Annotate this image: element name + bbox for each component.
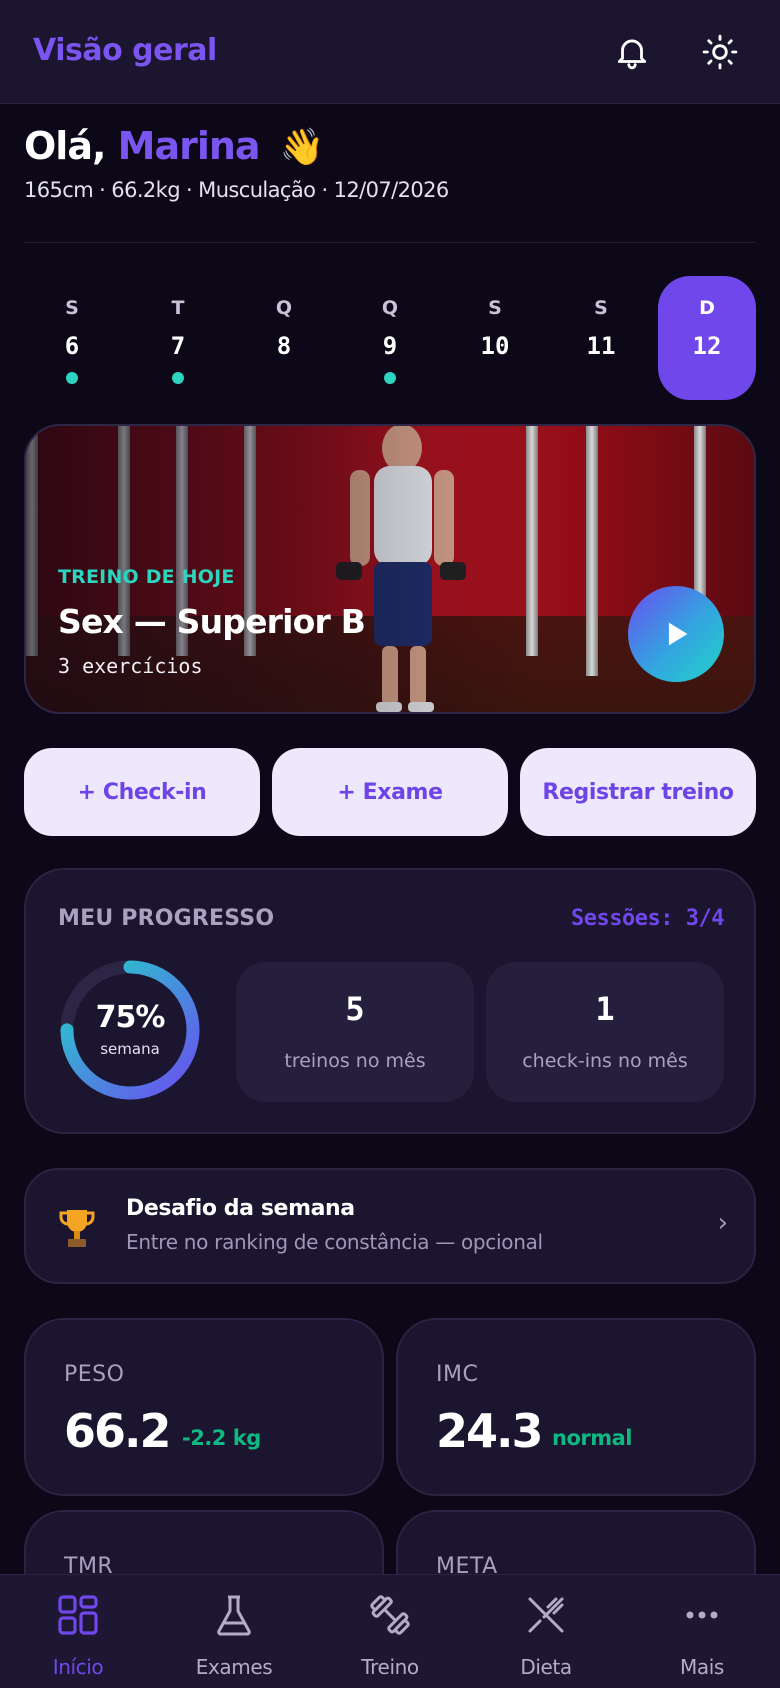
nav-label: Início [52,1655,104,1679]
nav-mais[interactable]: Mais [624,1575,780,1688]
nav-dieta[interactable]: Dieta [468,1575,624,1688]
day-number: 7 [170,332,186,360]
divider [24,242,756,243]
day-number: 8 [276,332,292,360]
utensils-icon [528,1597,564,1633]
greeting-prefix: Olá, [24,124,106,168]
day-11[interactable]: S 11 [552,276,650,400]
activity-dot [172,372,184,384]
day-letter: T [171,297,185,319]
bottom-navigation: Início Exames Treino Dieta Mais [0,1574,780,1688]
day-9[interactable]: Q 9 [341,276,439,400]
day-letter: S [594,297,608,319]
bmi-label: IMC [436,1362,479,1387]
trophy-icon [59,1210,95,1247]
weight-delta: -2.2 kg [182,1426,261,1450]
notifications-button[interactable] [608,28,656,76]
today-workout-card[interactable]: TREINO DE HOJE Sex — Superior B 3 exercí… [24,424,756,714]
day-number: 10 [480,332,510,360]
bmi-card[interactable]: IMC 24.3 normal [396,1318,756,1496]
ring-percent: 75% [95,1000,166,1035]
bmi-value: 24.3 [436,1404,543,1458]
sun-icon [702,34,738,70]
wave-emoji: 👋 [279,127,325,168]
progress-label: MEU PROGRESSO [58,906,275,931]
challenge-title: Desafio da semana [126,1196,355,1221]
flask-icon [217,1595,251,1636]
nav-exames[interactable]: Exames [156,1575,312,1688]
more-icon [686,1611,718,1619]
user-name: Marina [117,124,261,168]
day-letter: S [65,297,79,319]
activity-dot [66,372,78,384]
today-label: TREINO DE HOJE [58,566,235,588]
page-title: Visão geral [33,33,217,68]
nav-label: Exames [195,1655,273,1679]
day-6[interactable]: S 6 [23,276,121,400]
play-button[interactable] [628,586,724,682]
nav-label: Mais [680,1655,724,1679]
workouts-month-caption: treinos no mês [284,1050,426,1072]
day-number: 6 [64,332,80,360]
day-letter: Q [381,297,399,319]
chevron-right-icon: › [717,1208,728,1238]
dumbbell-icon [370,1595,410,1635]
log-workout-button[interactable]: Registrar treino [520,748,756,836]
profile-meta: 165cm · 66.2kg · Musculação · 12/07/2026 [24,178,449,202]
day-8[interactable]: Q 8 [235,276,333,400]
bmi-status: normal [552,1426,633,1450]
progress-card: MEU PROGRESSO Sessões: 3/4 75% semana 5 … [24,868,756,1134]
weight-value: 66.2 [64,1404,171,1458]
checkins-month-caption: check-ins no mês [522,1050,688,1072]
weight-label: PESO [64,1362,125,1387]
day-number: 9 [382,332,398,360]
sessions-count: Sessões: 3/4 [571,906,724,931]
checkins-month-stat: 1 check-ins no mês [486,962,724,1102]
workouts-month-stat: 5 treinos no mês [236,962,474,1102]
day-letter: Q [275,297,293,319]
ring-caption: semana [100,1040,160,1058]
day-12-selected[interactable]: D 12 [658,276,756,400]
workouts-month-value: 5 [345,990,365,1028]
checkins-month-value: 1 [595,990,615,1028]
activity-dot [384,372,396,384]
top-bar: Visão geral [0,0,780,104]
day-7[interactable]: T 7 [129,276,227,400]
nav-treino[interactable]: Treino [312,1575,468,1688]
checkin-button[interactable]: + Check-in [24,748,260,836]
exercise-count: 3 exercícios [58,654,203,678]
add-exam-button[interactable]: + Exame [272,748,508,836]
bell-icon [617,39,647,70]
day-number: 12 [692,332,722,360]
nav-label: Dieta [520,1655,572,1679]
play-icon [668,622,688,646]
greeting: Olá, Marina 👋 [24,124,325,168]
day-letter: S [488,297,502,319]
challenge-subtitle: Entre no ranking de constância — opciona… [126,1230,543,1254]
day-number: 11 [586,332,616,360]
grid-icon [58,1595,98,1635]
nav-label: Treino [361,1655,419,1679]
weekly-challenge-card[interactable]: Desafio da semana Entre no ranking de co… [24,1168,756,1284]
weight-card[interactable]: PESO 66.2 -2.2 kg [24,1318,384,1496]
day-10[interactable]: S 10 [446,276,544,400]
theme-toggle-button[interactable] [696,28,744,76]
nav-inicio[interactable]: Início [0,1575,156,1688]
day-letter: D [699,297,715,319]
workout-title: Sex — Superior B [58,602,366,641]
